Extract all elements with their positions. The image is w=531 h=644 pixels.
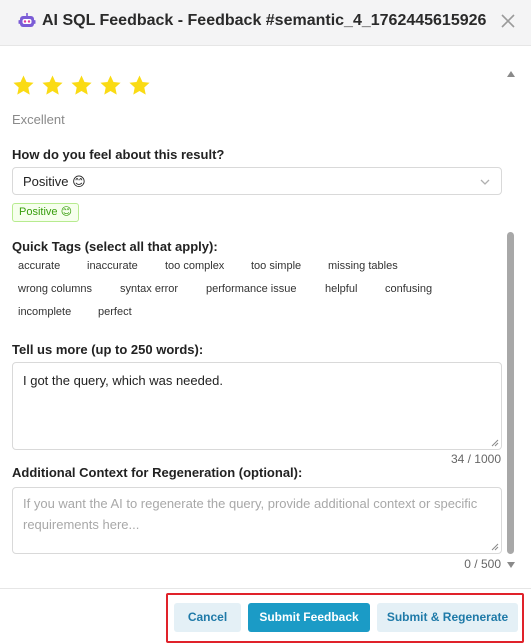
sentiment-select[interactable]: Positive 😊	[12, 167, 502, 195]
submit-regenerate-button[interactable]: Submit & Regenerate	[377, 603, 518, 632]
submit-feedback-button[interactable]: Submit Feedback	[248, 603, 370, 632]
sentiment-select-value: Positive 😊	[23, 174, 86, 189]
tag-helpful[interactable]: helpful	[319, 280, 363, 298]
context-counter: 0 / 500	[464, 557, 501, 571]
scroll-thumb[interactable]	[507, 232, 514, 554]
close-icon[interactable]	[499, 12, 517, 30]
tag-syntax-error[interactable]: syntax error	[114, 280, 184, 298]
tag-missing-tables[interactable]: missing tables	[322, 257, 404, 275]
tag-confusing[interactable]: confusing	[379, 280, 438, 298]
rating-label: Excellent	[12, 112, 65, 127]
details-textarea[interactable]: I got the query, which was needed.	[12, 362, 502, 450]
details-label: Tell us more (up to 250 words):	[12, 342, 204, 357]
sentiment-question: How do you feel about this result?	[12, 147, 225, 162]
tag-accurate[interactable]: accurate	[12, 257, 66, 275]
tag-wrong-columns[interactable]: wrong columns	[12, 280, 98, 298]
star-icon[interactable]	[70, 74, 93, 97]
dialog-body: Excellent How do you feel about this res…	[0, 60, 531, 575]
tag-incomplete[interactable]: incomplete	[12, 303, 77, 321]
details-text: I got the query, which was needed.	[23, 373, 223, 388]
context-placeholder: If you want the AI to regenerate the que…	[23, 496, 478, 532]
resize-grip-icon[interactable]	[491, 543, 499, 551]
tag-perfect[interactable]: perfect	[92, 303, 138, 321]
star-icon[interactable]	[99, 74, 122, 97]
scroll-up-icon[interactable]	[507, 71, 515, 77]
tag-too-simple[interactable]: too simple	[245, 257, 307, 275]
dialog-header: AI SQL Feedback - Feedback #semantic_4_1…	[0, 0, 531, 46]
resize-grip-icon[interactable]	[491, 439, 499, 447]
chevron-down-icon	[480, 179, 490, 185]
context-textarea[interactable]: If you want the AI to regenerate the que…	[12, 487, 502, 554]
sentiment-badge: Positive 😊	[12, 203, 80, 222]
dialog-title: AI SQL Feedback - Feedback #semantic_4_1…	[42, 12, 487, 29]
scrollbar[interactable]	[504, 60, 518, 575]
star-rating[interactable]	[12, 74, 151, 97]
tag-performance-issue[interactable]: performance issue	[200, 280, 303, 298]
context-label: Additional Context for Regeneration (opt…	[12, 465, 303, 480]
tag-inaccurate[interactable]: inaccurate	[81, 257, 144, 275]
details-counter: 34 / 1000	[450, 452, 501, 466]
star-icon[interactable]	[128, 74, 151, 97]
quick-tags-label: Quick Tags (select all that apply):	[12, 239, 218, 254]
scroll-down-icon[interactable]	[507, 562, 515, 568]
dialog-footer: Cancel Submit Feedback Submit & Regenera…	[0, 588, 531, 644]
star-icon[interactable]	[12, 74, 35, 97]
star-icon[interactable]	[41, 74, 64, 97]
cancel-button[interactable]: Cancel	[174, 603, 241, 632]
robot-icon	[18, 13, 36, 27]
tag-too-complex[interactable]: too complex	[159, 257, 230, 275]
feedback-dialog: AI SQL Feedback - Feedback #semantic_4_1…	[0, 0, 531, 644]
